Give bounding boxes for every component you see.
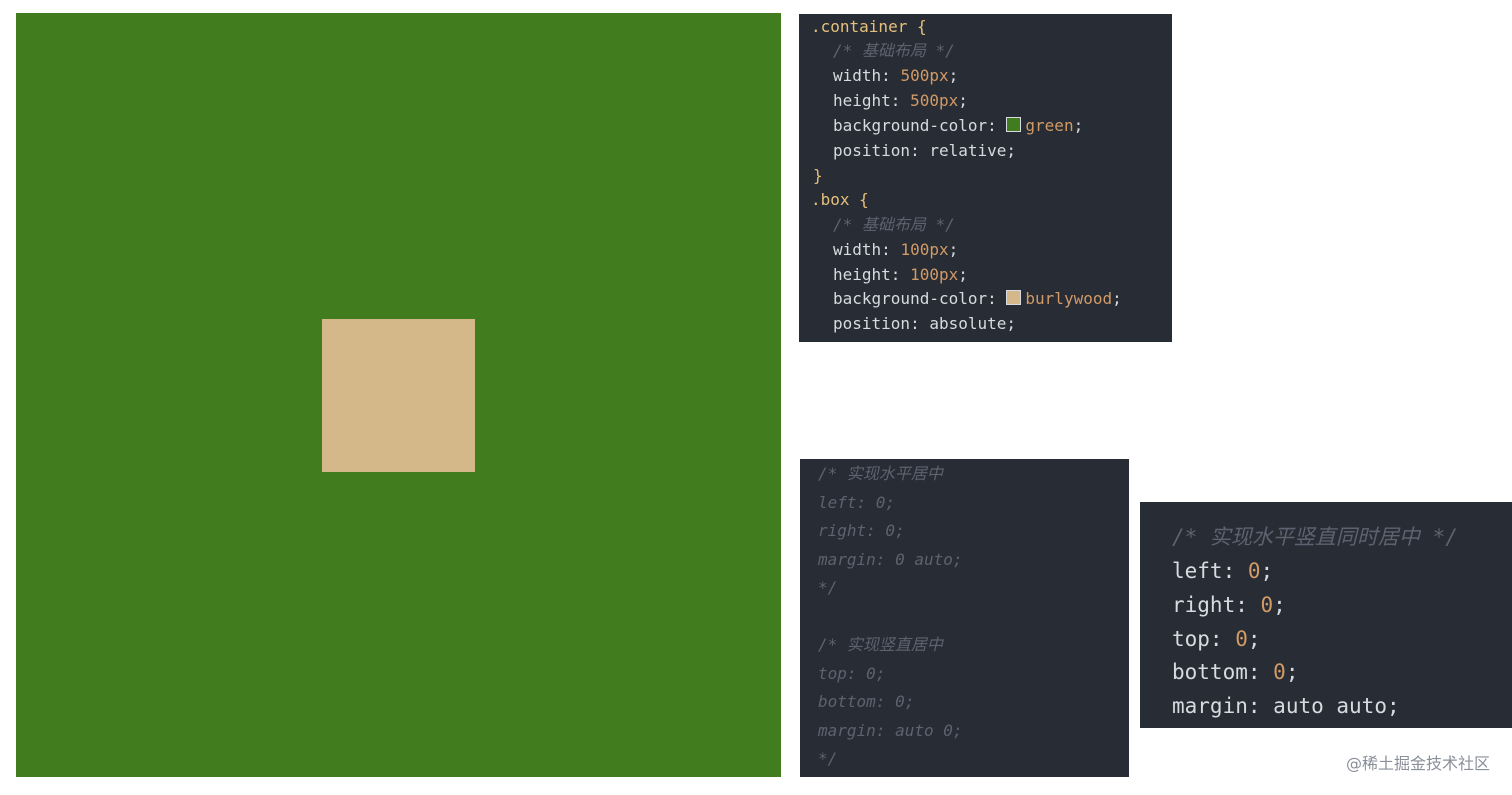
code-line: position: absolute; — [833, 314, 1017, 333]
code-line: left: 0; — [818, 493, 896, 512]
code-line: .box { — [811, 190, 869, 209]
code-line: height: 100px; — [833, 265, 968, 284]
css-code-panel-full-centering: /* 实现水平竖直同时居中 */ left: 0; right: 0; top:… — [1140, 502, 1512, 728]
screenshot-canvas: .container { /* 基础布局 */ width: 500px; he… — [0, 0, 1512, 795]
css-code-panel-base-layout: .container { /* 基础布局 */ width: 500px; he… — [799, 14, 1172, 342]
site-watermark: @稀土掘金技术社区 — [1345, 754, 1490, 773]
code-line: /* 实现水平居中 — [818, 464, 943, 483]
code-line: right: 0; — [1172, 593, 1286, 617]
code-line: position: relative; — [833, 141, 1017, 160]
code-line: .container { — [811, 17, 927, 36]
code-line: */ — [818, 578, 838, 597]
code-line: margin: 0 auto; — [818, 550, 963, 569]
code-line: width: 500px; — [833, 66, 959, 85]
burlywood-box-demo — [322, 319, 475, 472]
code-line: background-color: burlywood; — [833, 289, 1122, 308]
code-line: top: 0; — [818, 664, 886, 683]
code-line: height: 500px; — [833, 91, 968, 110]
css-code-panel-commented-centering: /* 实现水平居中 left: 0; right: 0; margin: 0 a… — [800, 459, 1129, 777]
code-line: } — [813, 166, 823, 185]
code-line: /* 实现竖直居中 — [818, 635, 943, 654]
code-line: /* 基础布局 */ — [833, 215, 955, 234]
code-line: */ — [818, 749, 838, 768]
code-line: bottom: 0; — [818, 692, 915, 711]
code-line: right: 0; — [818, 521, 905, 540]
code-line: width: 100px; — [833, 240, 959, 259]
green-container-demo — [16, 13, 781, 777]
code-line: bottom: 0; — [1172, 660, 1299, 684]
code-line: margin: auto 0; — [818, 721, 963, 740]
color-swatch-burlywood — [1006, 290, 1022, 305]
code-line: margin: auto auto; — [1172, 694, 1400, 718]
color-swatch-green — [1006, 117, 1022, 132]
code-line: top: 0; — [1172, 627, 1261, 651]
code-line: left: 0; — [1172, 559, 1274, 583]
code-line: /* 基础布局 */ — [833, 41, 955, 60]
code-line: background-color: green; — [833, 116, 1084, 135]
code-line: /* 实现水平竖直同时居中 */ — [1172, 525, 1458, 549]
